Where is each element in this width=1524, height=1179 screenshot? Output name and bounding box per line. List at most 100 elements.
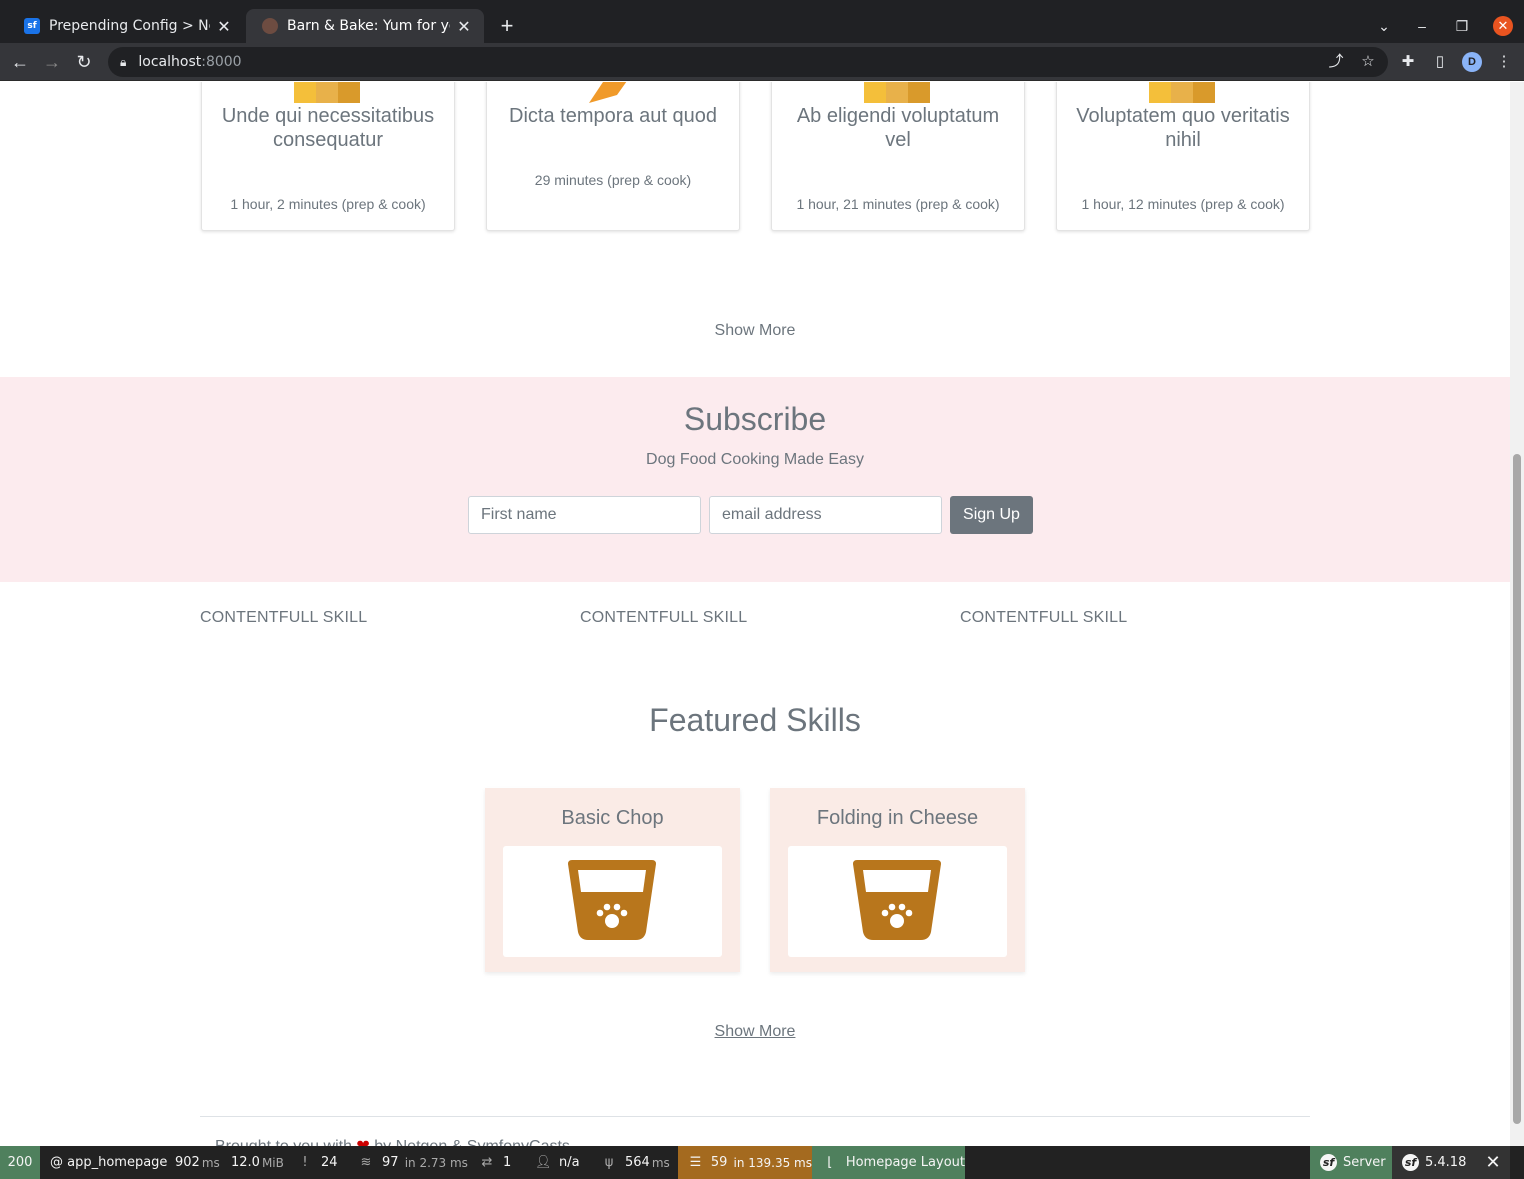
translation-panel[interactable]: ⇄ 1 [479,1146,512,1179]
featured-skills-title: Featured Skills [649,702,861,738]
recipe-card[interactable]: Ab eligendi voluptatum vel 1 hour, 21 mi… [771,82,1025,231]
bookmark-star-icon[interactable]: ☆ [1358,52,1378,72]
cache-panel[interactable]: ≋ 97 in 2.73 ms [358,1146,468,1179]
recipe-time: 1 hour, 12 minutes (prep & cook) [1081,196,1285,212]
sign-up-button[interactable]: Sign Up [950,496,1033,534]
close-tab-icon[interactable]: ✕ [216,17,232,36]
recipe-image-icon [294,82,360,103]
extensions-puzzle-icon[interactable]: ✚ [1398,52,1418,72]
heart-icon: ❤ [356,1138,369,1146]
logs-panel[interactable]: ! 24 [297,1146,338,1179]
footer-suffix[interactable]: by Netgen & SymfonyCasts [374,1138,570,1146]
layout-panel[interactable]: ⌊ Homepage Layout [812,1146,965,1179]
database-icon: ☰ [689,1154,702,1170]
skills-show-more-link[interactable]: Show More [0,1023,1510,1041]
server-panel[interactable]: sf Server [1310,1146,1392,1179]
events-icon: ψ [604,1154,614,1170]
skill-image [788,846,1007,957]
featured-skill-card[interactable]: Folding in Cheese [770,788,1025,972]
carrot-image-icon [589,82,627,103]
email-input[interactable] [709,496,942,534]
dog-bowl-icon [853,860,941,940]
recipe-title: Dicta tempora aut quod [509,105,717,127]
address-bar[interactable]: 🔒︎ localhost:8000 [108,47,1388,77]
route-name: @ app_homepage [50,1155,168,1170]
recipe-time: 1 hour, 2 minutes (prep & cook) [230,196,426,212]
skill-image [503,846,722,957]
recipe-card[interactable]: Unde qui necessitatibus consequatur 1 ho… [201,82,455,231]
bowl-favicon-icon [262,18,278,34]
recipe-title: Ab eligendi voluptatum vel [796,105,1000,151]
tab-search-icon[interactable]: ⌄ [1374,16,1394,36]
layout-icon: ⌊ [827,1154,833,1170]
symfony-logo-icon: sf [1402,1154,1419,1171]
recipes-show-more-link[interactable]: Show More [0,322,1510,340]
tab-prepending-config[interactable]: sf Prepending Config > Netgen ✕ [8,9,244,43]
close-toolbar-icon[interactable]: ✕ [1476,1146,1510,1179]
restore-icon[interactable]: ❐ [1452,16,1472,36]
time-panel[interactable]: 902 ms [175,1146,220,1179]
first-name-input[interactable] [468,496,701,534]
status-code-panel[interactable]: 200 [0,1146,40,1179]
symfony-version: 5.4.18 [1425,1155,1467,1170]
profile-avatar[interactable]: D [1462,52,1482,72]
contentfull-skill-link[interactable]: CONTENTFULL SKILL [580,609,747,627]
subscribe-subtitle: Dog Food Cooking Made Easy [646,451,864,468]
share-icon[interactable]: ⤴ [1326,52,1346,72]
translation-icon: ⇄ [481,1154,493,1170]
close-tab-icon[interactable]: ✕ [456,17,472,36]
lock-icon: 🔒︎ [120,54,127,69]
memory-value: 12.0 [231,1155,260,1170]
cache-time: in 2.73 ms [404,1155,468,1170]
side-panel-icon[interactable]: ▯ [1430,52,1450,72]
subscribe-section: Subscribe Dog Food Cooking Made Easy Sig… [0,377,1510,582]
recipe-card[interactable]: Dicta tempora aut quod 29 minutes (prep … [486,82,740,231]
new-tab-icon[interactable]: + [496,15,518,37]
version-panel[interactable]: sf 5.4.18 [1392,1146,1476,1179]
user-icon: 👤︎ [535,1154,552,1170]
symfony-logo-icon: sf [1320,1154,1337,1171]
server-label: Server [1343,1155,1386,1170]
query-time: in 139.35 ms [733,1155,813,1170]
query-count: 59 [710,1155,728,1170]
page-viewport: Unde qui necessitatibus consequatur 1 ho… [0,82,1510,1146]
recipe-image-icon [864,82,930,103]
status-code: 200 [7,1155,33,1170]
tab-title: Barn & Bake: Yum for your dog [287,18,450,34]
recipe-card[interactable]: Voluptatem quo veritatis nihil 1 hour, 1… [1056,82,1310,231]
url-text: localhost:8000 [138,54,242,70]
footer-divider [200,1116,1310,1117]
route-panel[interactable]: @ app_homepage [50,1146,167,1179]
minimize-icon[interactable]: – [1412,16,1432,36]
memory-panel[interactable]: 12.0 MiB [231,1146,284,1179]
scrollbar-thumb[interactable] [1513,454,1521,1124]
database-panel[interactable]: ☰ 59 in 139.35 ms [678,1146,812,1179]
logs-count: 24 [321,1155,338,1170]
browser-menu-icon[interactable]: ⋮ [1494,52,1514,72]
security-panel[interactable]: 👤︎ n/a [535,1146,580,1179]
page-scrollbar[interactable] [1510,82,1524,1179]
recipe-time: 1 hour, 21 minutes (prep & cook) [796,196,1000,212]
forward-icon[interactable]: → [41,51,63,73]
layout-name: Homepage Layout [845,1155,965,1170]
contentfull-skill-link[interactable]: CONTENTFULL SKILL [960,609,1127,627]
time-unit: ms [201,1155,220,1170]
footer-prefix: Brought to you with [215,1138,352,1146]
events-time: 564 [625,1155,650,1170]
footer-credits: Brought to you with ❤ by Netgen & Symfon… [215,1136,570,1146]
cache-count: 97 [382,1155,399,1170]
events-panel[interactable]: ψ 564 ms [601,1146,670,1179]
close-window-icon[interactable]: ✕ [1493,16,1513,36]
featured-skill-card[interactable]: Basic Chop [485,788,740,972]
reload-icon[interactable]: ↻ [73,51,95,73]
tab-strip: sf Prepending Config > Netgen ✕ Barn & B… [0,9,1524,43]
tab-title: Prepending Config > Netgen [49,18,210,34]
memory-unit: MiB [261,1155,284,1170]
symfonycasts-favicon-icon: sf [24,18,40,34]
skill-title: Folding in Cheese [816,807,979,829]
tab-barn-and-bake[interactable]: Barn & Bake: Yum for your dog ✕ [246,9,484,43]
user-name: n/a [559,1155,580,1170]
contentfull-skill-link[interactable]: CONTENTFULL SKILL [200,609,367,627]
back-icon[interactable]: ← [9,51,31,73]
layers-icon: ≋ [360,1154,372,1170]
